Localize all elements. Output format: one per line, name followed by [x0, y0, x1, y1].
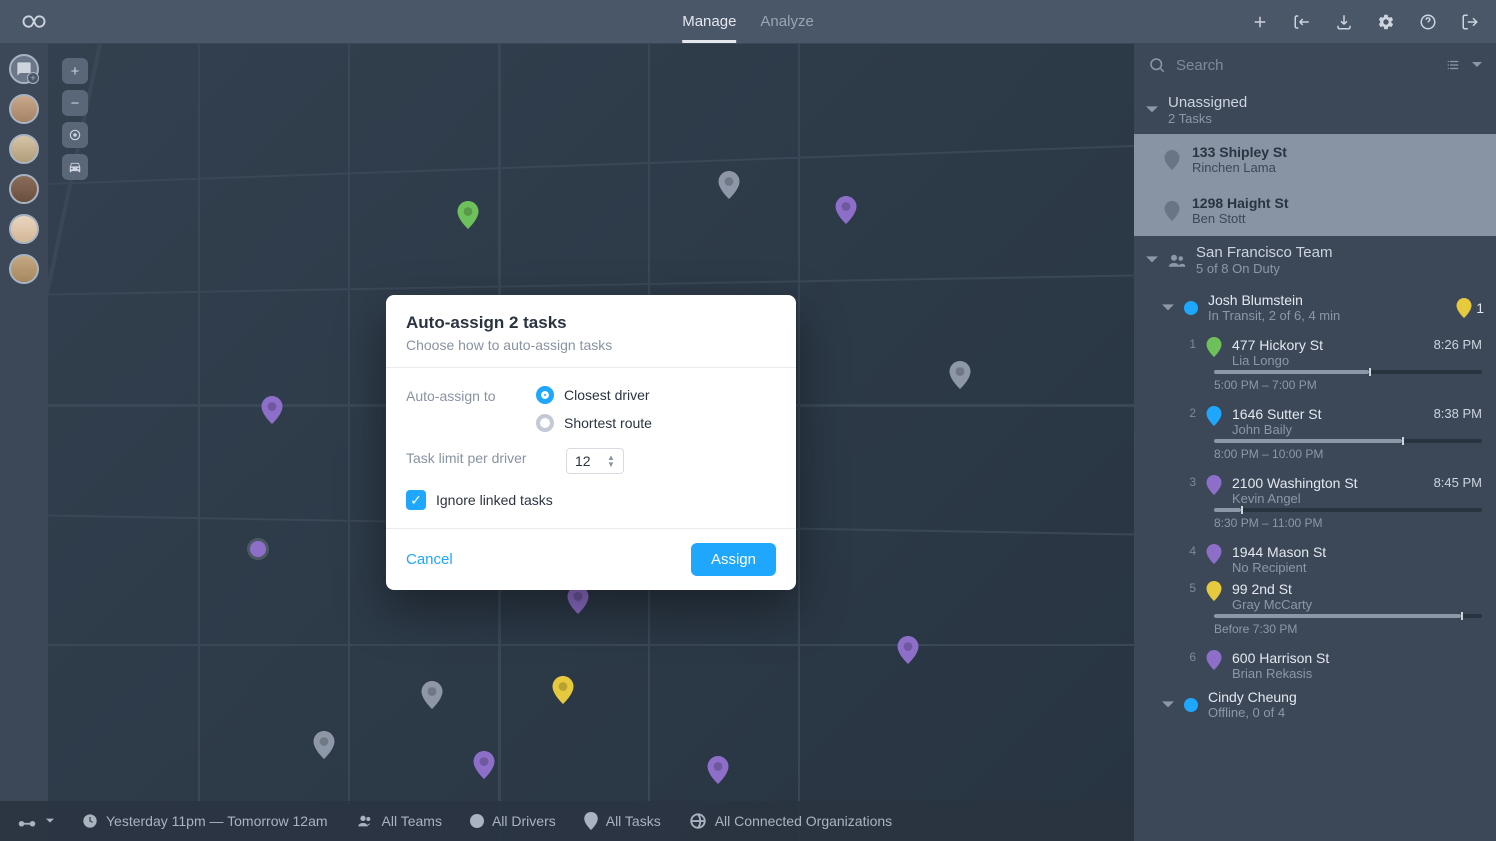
radio-shortest-label: Shortest route: [564, 415, 652, 431]
zoom-out-button[interactable]: −: [62, 90, 88, 116]
drivers-filter[interactable]: All Drivers: [470, 813, 556, 829]
map-pin[interactable]: [835, 196, 857, 224]
modal-title: Auto-assign 2 tasks: [406, 313, 776, 333]
driver-task[interactable]: 2 1646 Sutter StJohn Baily 8:38 PM: [1134, 400, 1496, 437]
driver-task[interactable]: 4 1944 Mason StNo Recipient: [1134, 538, 1496, 575]
assign-button[interactable]: Assign: [691, 543, 776, 576]
avatar[interactable]: [9, 174, 39, 204]
zoom-in-button[interactable]: +: [62, 58, 88, 84]
ignore-linked-checkbox[interactable]: ✓ Ignore linked tasks: [406, 490, 776, 510]
unassigned-task[interactable]: 1298 Haight StBen Stott: [1134, 185, 1496, 236]
time-range-label: Yesterday 11pm — Tomorrow 12am: [106, 813, 328, 829]
teams-label: All Teams: [382, 813, 442, 829]
task-limit-value: 12: [575, 453, 599, 469]
map-pin[interactable]: [421, 681, 443, 709]
search-icon: [1148, 56, 1166, 74]
orgs-filter[interactable]: All Connected Organizations: [689, 812, 892, 830]
task-progress: [1214, 508, 1482, 512]
radio-icon: [536, 386, 554, 404]
map-pin[interactable]: [261, 396, 283, 424]
map-pin[interactable]: [250, 541, 266, 557]
avatar[interactable]: [9, 214, 39, 244]
map-pin[interactable]: [718, 171, 740, 199]
map-pin[interactable]: [949, 361, 971, 389]
assign-to-label: Auto-assign to: [406, 386, 536, 404]
driver-task[interactable]: 1 477 Hickory StLia Longo 8:26 PM: [1134, 331, 1496, 368]
nav-tab-analyze[interactable]: Analyze: [760, 1, 813, 42]
driver-row[interactable]: Cindy CheungOffline, 0 of 4: [1134, 681, 1496, 728]
locate-button[interactable]: [62, 122, 88, 148]
task-progress: [1214, 370, 1482, 374]
task-progress: [1214, 439, 1482, 443]
map-pin[interactable]: [897, 636, 919, 664]
task-progress: [1214, 614, 1482, 618]
sidebar: Unassigned2 Tasks 133 Shipley StRinchen …: [1134, 44, 1496, 841]
avatar[interactable]: [9, 254, 39, 284]
map-pin[interactable]: [707, 756, 729, 784]
help-icon[interactable]: [1418, 12, 1438, 32]
chat-icon[interactable]: +: [9, 54, 39, 84]
task-time-window: 8:00 PM – 10:00 PM: [1134, 443, 1496, 469]
task-limit-stepper[interactable]: 12 ▲▼: [566, 448, 624, 474]
task-time-window: 5:00 PM – 7:00 PM: [1134, 374, 1496, 400]
add-icon[interactable]: [1250, 12, 1270, 32]
tasks-label: All Tasks: [606, 813, 661, 829]
avatar[interactable]: [9, 94, 39, 124]
radio-shortest-route[interactable]: Shortest route: [536, 414, 652, 432]
driver-task[interactable]: 6 600 Harrison StBrian Rekasis: [1134, 644, 1496, 681]
gear-icon[interactable]: [1376, 12, 1396, 32]
map-pin[interactable]: [552, 676, 574, 704]
driver-task[interactable]: 3 2100 Washington StKevin Angel 8:45 PM: [1134, 469, 1496, 506]
time-filter[interactable]: Yesterday 11pm — Tomorrow 12am: [82, 813, 328, 829]
app-logo[interactable]: [16, 12, 46, 32]
vehicle-filter[interactable]: [16, 814, 54, 828]
stepper-down-icon[interactable]: ▼: [607, 461, 615, 468]
import-icon[interactable]: [1292, 12, 1312, 32]
list-view-icon[interactable]: [1444, 58, 1462, 72]
logout-icon[interactable]: [1460, 12, 1480, 32]
map-pin[interactable]: [473, 751, 495, 779]
tasks-filter[interactable]: All Tasks: [584, 812, 661, 830]
add-badge-icon: +: [27, 72, 39, 84]
map-pin[interactable]: [567, 586, 589, 614]
avatar-strip: +: [0, 44, 48, 841]
avatar[interactable]: [9, 134, 39, 164]
task-limit-label: Task limit per driver: [406, 448, 566, 466]
bottombar: Yesterday 11pm — Tomorrow 12am All Teams…: [0, 801, 1134, 841]
radio-icon: [536, 414, 554, 432]
group-team[interactable]: San Francisco Team5 of 8 On Duty: [1134, 236, 1496, 284]
auto-assign-modal: Auto-assign 2 tasks Choose how to auto-a…: [386, 295, 796, 590]
radio-closest-label: Closest driver: [564, 387, 650, 403]
map-pin[interactable]: [457, 201, 479, 229]
cancel-button[interactable]: Cancel: [406, 551, 453, 568]
modal-subtitle: Choose how to auto-assign tasks: [406, 337, 776, 353]
driver-row[interactable]: Josh BlumsteinIn Transit, 2 of 6, 4 min …: [1134, 284, 1496, 331]
unassigned-task[interactable]: 133 Shipley StRinchen Lama: [1134, 134, 1496, 185]
checkbox-icon: ✓: [406, 490, 426, 510]
task-time-window: Before 7:30 PM: [1134, 618, 1496, 644]
task-time-window: 8:30 PM – 11:00 PM: [1134, 512, 1496, 538]
search-input[interactable]: [1176, 57, 1434, 74]
driver-task[interactable]: 5 99 2nd StGray McCarty: [1134, 575, 1496, 612]
map-pin[interactable]: [313, 731, 335, 759]
nav-tab-manage[interactable]: Manage: [682, 1, 736, 42]
ignore-linked-label: Ignore linked tasks: [436, 492, 553, 508]
chevron-down-icon[interactable]: [1472, 60, 1482, 70]
traffic-button[interactable]: [62, 154, 88, 180]
drivers-label: All Drivers: [492, 813, 556, 829]
teams-filter[interactable]: All Teams: [356, 813, 442, 829]
group-unassigned[interactable]: Unassigned2 Tasks: [1134, 86, 1496, 134]
radio-closest-driver[interactable]: Closest driver: [536, 386, 652, 404]
orgs-label: All Connected Organizations: [715, 813, 892, 829]
download-icon[interactable]: [1334, 12, 1354, 32]
topbar: Manage Analyze: [0, 0, 1496, 44]
